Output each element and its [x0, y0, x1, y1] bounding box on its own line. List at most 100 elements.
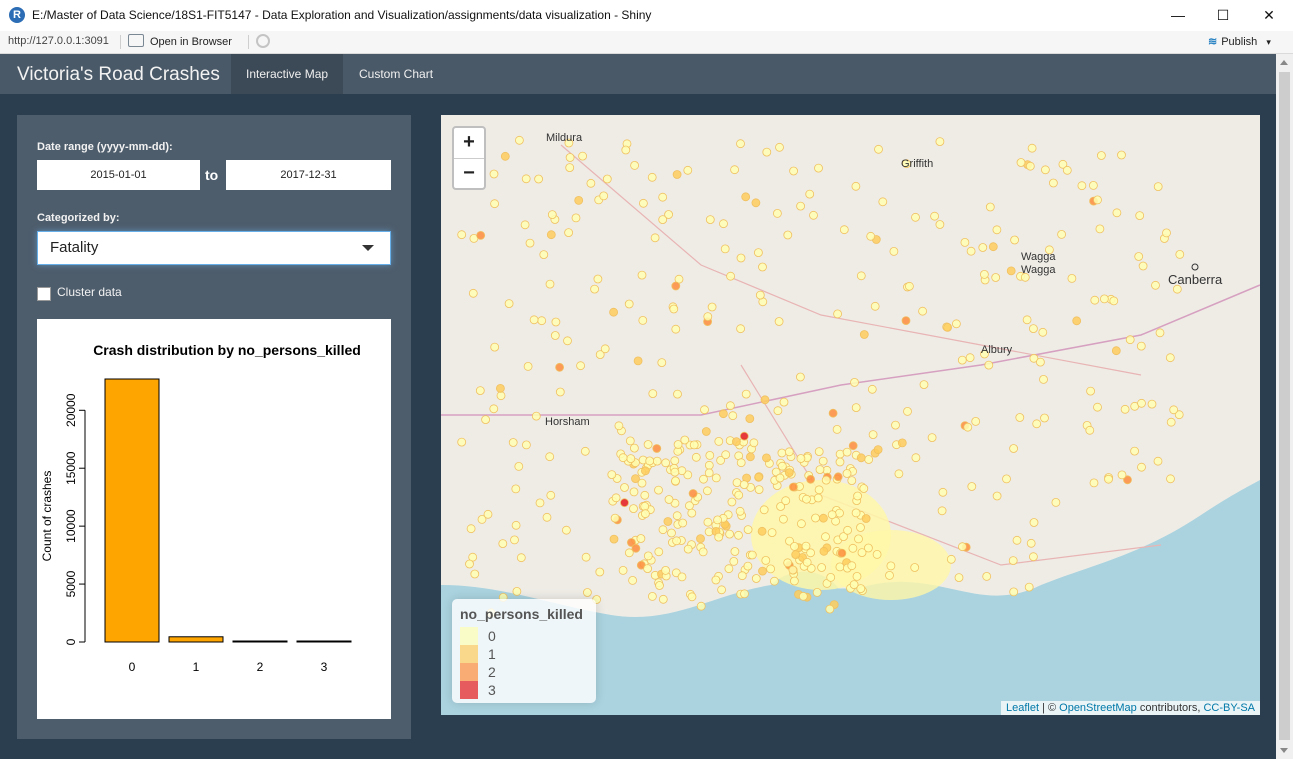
crash-marker[interactable] — [980, 269, 989, 279]
crash-marker[interactable] — [982, 571, 992, 581]
crash-marker[interactable] — [859, 330, 869, 339]
crash-marker[interactable] — [490, 342, 500, 352]
crash-marker[interactable] — [853, 491, 863, 501]
crash-marker[interactable] — [809, 210, 818, 220]
crash-marker[interactable] — [754, 485, 764, 495]
crash-marker[interactable] — [802, 494, 811, 504]
crash-marker[interactable] — [470, 569, 480, 579]
crash-marker[interactable] — [963, 422, 973, 432]
crash-marker[interactable] — [966, 246, 976, 256]
crash-marker[interactable] — [1093, 195, 1102, 205]
crash-marker[interactable] — [514, 461, 524, 471]
crash-marker[interactable] — [618, 565, 628, 575]
crash-marker[interactable] — [1134, 252, 1144, 261]
crash-marker[interactable] — [1117, 470, 1127, 480]
crash-marker[interactable] — [1009, 587, 1019, 597]
crash-marker[interactable] — [523, 361, 533, 371]
crash-marker[interactable] — [664, 210, 674, 219]
crash-marker[interactable] — [590, 284, 600, 294]
crash-marker[interactable] — [658, 594, 668, 604]
crash-marker[interactable] — [1097, 151, 1106, 160]
crash-marker[interactable] — [512, 586, 522, 596]
crash-marker[interactable] — [988, 242, 998, 252]
crash-marker[interactable] — [1125, 335, 1135, 345]
crash-marker[interactable] — [773, 406, 783, 416]
crash-marker[interactable] — [791, 550, 801, 560]
crash-marker[interactable] — [766, 564, 776, 574]
crash-marker[interactable] — [726, 271, 736, 281]
crash-marker[interactable] — [1085, 425, 1095, 435]
crash-marker[interactable] — [677, 466, 687, 476]
crash-marker[interactable] — [704, 460, 714, 470]
crash-marker[interactable] — [607, 470, 617, 480]
crash-marker[interactable] — [856, 271, 866, 281]
crash-marker[interactable] — [638, 198, 648, 208]
crash-marker[interactable] — [815, 465, 825, 475]
crash-marker[interactable] — [698, 547, 708, 557]
crash-marker[interactable] — [788, 565, 798, 575]
crash-marker[interactable] — [847, 476, 857, 486]
crash-marker[interactable] — [1137, 398, 1146, 408]
crash-marker[interactable] — [701, 427, 711, 436]
minimize-button[interactable]: — — [1155, 0, 1201, 31]
crash-marker[interactable] — [935, 220, 945, 229]
crash-marker[interactable] — [691, 452, 701, 462]
crash-marker[interactable] — [545, 279, 555, 289]
crash-marker[interactable] — [696, 601, 706, 611]
crash-marker[interactable] — [767, 528, 777, 538]
crash-marker[interactable] — [1153, 182, 1163, 191]
crash-marker[interactable] — [911, 453, 921, 463]
crash-marker[interactable] — [725, 401, 735, 411]
crash-marker[interactable] — [721, 450, 731, 460]
crash-marker[interactable] — [525, 238, 535, 248]
crash-marker[interactable] — [775, 142, 784, 152]
crash-marker[interactable] — [1072, 316, 1082, 326]
crash-marker[interactable] — [796, 201, 806, 211]
date-start-input[interactable]: 2015-01-01 — [37, 160, 200, 190]
crash-marker[interactable] — [734, 490, 744, 500]
crash-marker[interactable] — [713, 515, 723, 525]
crash-marker[interactable] — [1120, 404, 1130, 414]
crash-marker[interactable] — [818, 456, 828, 466]
refresh-icon[interactable] — [256, 34, 270, 48]
crash-marker[interactable] — [654, 485, 663, 495]
crash-marker[interactable] — [886, 561, 896, 571]
crash-marker[interactable] — [719, 219, 728, 229]
crash-marker[interactable] — [483, 509, 493, 519]
crash-marker[interactable] — [511, 520, 521, 530]
crash-marker[interactable] — [586, 178, 596, 188]
crash-marker[interactable] — [740, 589, 749, 599]
crash-marker[interactable] — [465, 559, 474, 569]
crash-marker[interactable] — [672, 511, 682, 521]
crash-marker[interactable] — [657, 358, 667, 368]
crash-marker[interactable] — [802, 557, 812, 567]
crash-marker[interactable] — [647, 172, 657, 182]
crash-marker[interactable] — [736, 458, 746, 468]
crash-marker[interactable] — [624, 548, 634, 558]
crash-marker[interactable] — [658, 192, 668, 202]
crash-marker[interactable] — [508, 438, 518, 447]
crash-marker[interactable] — [991, 273, 1001, 282]
crash-marker[interactable] — [814, 485, 824, 495]
crash-marker[interactable] — [821, 475, 831, 485]
crash-marker[interactable] — [777, 461, 787, 471]
crash-marker[interactable] — [683, 165, 693, 175]
crash-marker[interactable] — [817, 563, 827, 572]
close-button[interactable]: ✕ — [1246, 0, 1292, 31]
crash-marker[interactable] — [811, 513, 820, 523]
crash-marker[interactable] — [648, 389, 658, 399]
leaflet-map[interactable]: Mildura Griffith Wagga Wagga Canberra Al… — [441, 115, 1260, 715]
crash-marker[interactable] — [842, 447, 852, 457]
crash-marker[interactable] — [705, 215, 715, 224]
crash-marker[interactable] — [671, 324, 681, 334]
crash-marker[interactable] — [842, 469, 852, 478]
crash-marker[interactable] — [724, 564, 734, 574]
crash-marker[interactable] — [1025, 161, 1035, 171]
crash-marker[interactable] — [643, 551, 653, 561]
crash-marker[interactable] — [832, 424, 842, 434]
crash-marker[interactable] — [611, 493, 621, 503]
crash-marker[interactable] — [489, 169, 499, 179]
crash-marker[interactable] — [788, 482, 798, 492]
crash-marker[interactable] — [919, 380, 929, 390]
crash-marker[interactable] — [1136, 341, 1146, 351]
